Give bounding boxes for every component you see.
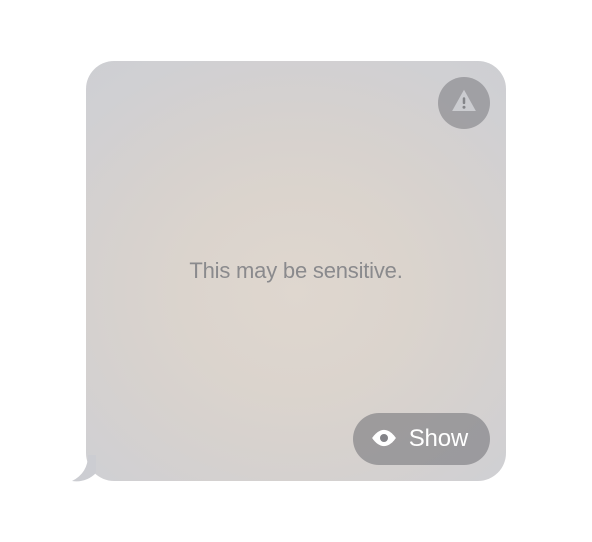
show-button-label: Show <box>409 425 468 453</box>
sensitive-content-bubble: This may be sensitive. Show <box>86 61 506 481</box>
warning-icon <box>449 86 479 121</box>
message-bubble-container: This may be sensitive. Show <box>86 61 506 481</box>
show-button[interactable]: Show <box>353 413 490 465</box>
bubble-tail <box>72 455 104 483</box>
eye-icon <box>369 423 399 456</box>
sensitive-content-label: This may be sensitive. <box>189 258 402 284</box>
warning-badge <box>438 77 490 129</box>
